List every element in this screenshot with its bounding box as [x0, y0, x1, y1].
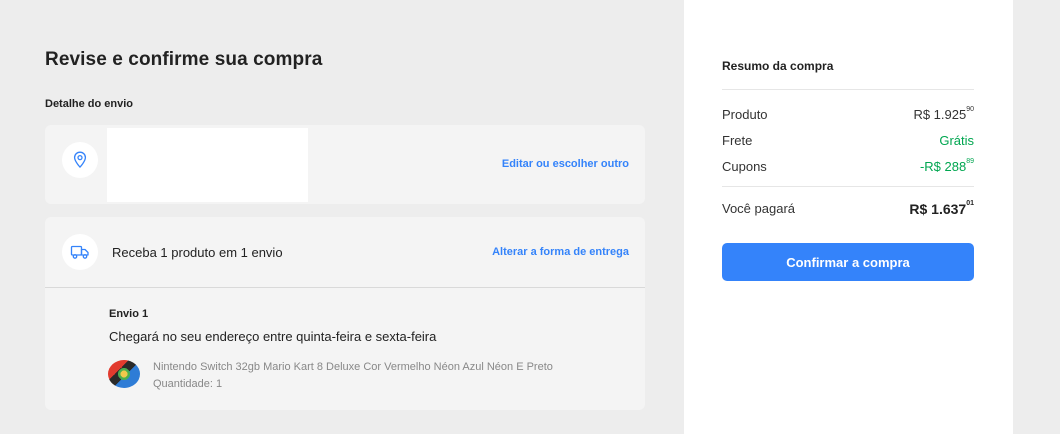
location-pin-icon [62, 142, 98, 178]
page-title: Revise e confirme sua compra [45, 49, 323, 70]
purchase-summary-panel: Resumo da compra Produto R$ 1.92590 Fret… [684, 0, 1013, 434]
shipping-value: Grátis [939, 133, 974, 148]
total-value-cents: 01 [966, 200, 974, 207]
coupons-label: Cupons [722, 159, 767, 174]
address-card: Editar ou escolher outro [45, 125, 645, 204]
product-thumbnail [108, 360, 140, 388]
shipment-eta: Chegará no seu endereço entre quinta-fei… [109, 329, 437, 344]
product-value: R$ 1.92590 [913, 106, 974, 122]
divider [45, 287, 645, 288]
right-margin-strip [1013, 0, 1060, 434]
total-value: R$ 1.63701 [909, 200, 974, 217]
product-quantity: Quantidade: 1 [153, 378, 223, 390]
checkout-main: Revise e confirme sua compra Detalhe do … [0, 0, 684, 434]
edit-address-link[interactable]: Editar ou escolher outro [502, 158, 629, 170]
summary-title: Resumo da compra [722, 59, 834, 73]
shipment-label: Envio 1 [109, 308, 149, 320]
divider [722, 89, 974, 90]
product-value-main: R$ 1.925 [913, 107, 967, 122]
delivery-summary: Receba 1 produto em 1 envio [112, 245, 283, 260]
product-label: Produto [722, 107, 768, 122]
delivery-card: Receba 1 produto em 1 envio Alterar a fo… [45, 217, 645, 410]
shipping-label: Frete [722, 133, 753, 148]
product-value-cents: 90 [966, 106, 974, 113]
confirm-purchase-button[interactable]: Confirmar a compra [722, 243, 974, 281]
divider [722, 186, 974, 187]
coupons-value-cents: 89 [966, 158, 974, 165]
address-redacted-box [107, 128, 308, 202]
total-label: Você pagará [722, 201, 796, 216]
shipping-detail-label: Detalhe do envio [45, 98, 134, 110]
coupons-value: -R$ 28889 [919, 158, 974, 174]
coupons-value-main: -R$ 288 [919, 159, 967, 174]
total-value-main: R$ 1.637 [909, 201, 967, 217]
product-name: Nintendo Switch 32gb Mario Kart 8 Deluxe… [153, 361, 553, 373]
truck-icon [62, 234, 98, 270]
change-delivery-link[interactable]: Alterar a forma de entrega [492, 246, 629, 258]
